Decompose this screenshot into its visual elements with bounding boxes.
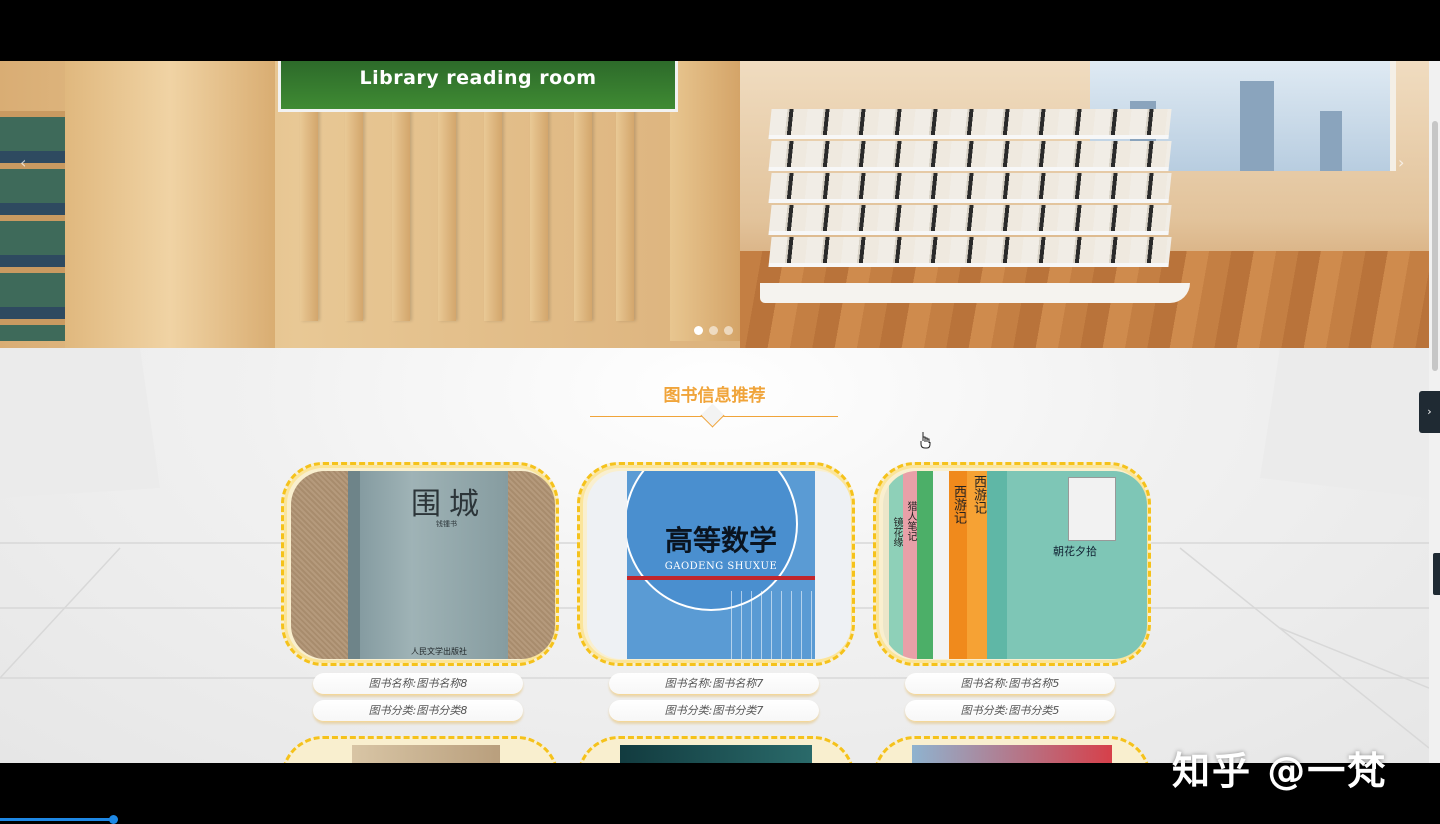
carousel-dot[interactable] [694,326,703,335]
banner-post [484,101,502,321]
cover-subtitle: GAODENG SHUXUE [664,561,778,572]
book-category-label[interactable]: 图书分类:图书分类8 [313,700,523,722]
book-name-label[interactable]: 图书名称:图书名称7 [609,673,819,695]
cover-portrait [1068,477,1116,541]
banner-post [438,101,456,321]
side-handle[interactable] [1433,553,1440,595]
book-cover-frame[interactable] [873,736,1151,763]
book-name-label[interactable]: 图书名称:图书名称8 [313,673,523,695]
banner-post [574,101,592,321]
cover-author: 钱锺书 [436,520,457,528]
book-cover-frame[interactable] [577,736,855,763]
chevron-right-icon: › [1427,405,1432,418]
banner-bookshelf-left [0,111,70,341]
book-name-label[interactable]: 图书名称:图书名称5 [905,673,1115,695]
book-cover-frame[interactable] [281,736,559,763]
scrollbar-thumb[interactable] [1432,121,1438,371]
banner-sign-text: Library reading room [359,67,597,89]
spine-title: 猎人笔记 [905,501,916,541]
banner-post [345,101,363,321]
carousel-prev-arrow[interactable]: ‹ [20,153,26,172]
banner-post [300,101,318,321]
banner-rack [768,173,1172,203]
banner-post [530,101,548,321]
spine-title: 镜花缘 [891,517,902,547]
banner-pillar [65,61,275,348]
book-cover-image[interactable]: 围城 钱锺书 人民文学出版社 [291,471,555,659]
banner-pillar [670,61,740,341]
spine-title: 西游记 [951,485,966,524]
carousel-dot[interactable] [709,326,718,335]
book-cover-frame[interactable]: 镜花缘 猎人笔记 西游记 西游记 朝花夕拾 [873,462,1151,666]
carousel-next-arrow[interactable]: › [1398,153,1404,172]
book-category-label[interactable]: 图书分类:图书分类5 [905,700,1115,722]
banner-post [392,101,410,321]
banner-sign: Library reading room [278,61,678,112]
section-title: 图书信息推荐 [663,386,766,406]
side-panel-toggle[interactable]: › [1419,391,1440,433]
banner-rack [768,141,1172,171]
cover-title: 朝花夕拾 [1053,545,1097,558]
spine-title: 西游记 [971,475,986,514]
carousel-dot[interactable] [724,326,733,335]
banner-rack [768,205,1172,235]
banner-rack [768,109,1172,139]
book-category-label[interactable]: 图书分类:图书分类7 [609,700,819,722]
carousel-indicators [694,326,733,335]
book-recommend-section: 图书信息推荐 围城 钱锺书 人民文学出版社 图书名称:图书名称8 图书分类:图书… [0,348,1429,763]
book-cover-frame[interactable]: 高等数学 GAODENG SHUXUE [577,462,855,666]
cover-title: 高等数学 [664,524,777,557]
video-progress-knob[interactable] [109,815,118,824]
page-viewport: Library reading room ‹ › 图书信息推荐 围城 钱锺书 人… [0,61,1440,763]
banner-rack-base [760,283,1190,303]
cover-title: 围城 [411,487,487,522]
hero-carousel[interactable]: Library reading room ‹ › [0,61,1429,348]
banner-rack [768,237,1172,267]
hand-cursor-icon [920,432,931,449]
book-cover-frame[interactable]: 围城 钱锺书 人民文学出版社 [281,462,559,666]
book-cover-image[interactable]: 镜花缘 猎人笔记 西游记 西游记 朝花夕拾 [883,471,1147,659]
watermark-text: 知乎 @一梵 [1172,749,1388,793]
video-progress-bar[interactable] [0,818,116,821]
banner-post [616,101,634,321]
book-cover-image[interactable]: 高等数学 GAODENG SHUXUE [587,471,851,659]
cover-publisher: 人民文学出版社 [411,647,467,656]
